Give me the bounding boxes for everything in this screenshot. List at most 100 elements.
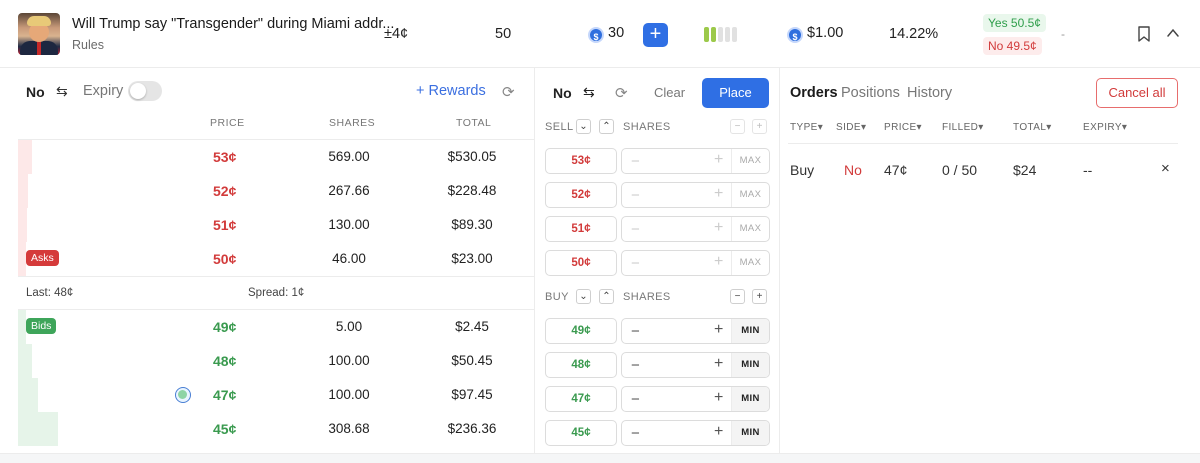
row-price: 51¢: [213, 217, 237, 233]
tab-history[interactable]: History: [907, 85, 952, 101]
min-button[interactable]: MIN: [731, 421, 769, 445]
table-row[interactable]: 51¢ 130.00 $89.30: [18, 208, 535, 242]
buy-shares-input[interactable]: − + MIN: [621, 386, 770, 412]
rewards-button[interactable]: + Rewards: [416, 83, 486, 99]
refresh-icon[interactable]: ⟳: [502, 83, 515, 101]
table-row[interactable]: 53¢ 569.00 $530.05: [18, 140, 535, 174]
clock-icon[interactable]: [175, 387, 191, 403]
asks-badge: Asks: [26, 250, 59, 266]
order-type: Buy: [790, 162, 815, 178]
plus-icon[interactable]: +: [714, 423, 723, 441]
minus-icon[interactable]: −: [631, 391, 640, 408]
liquidity-bar: [725, 27, 730, 42]
entry-panel: No ⇆ ⟳ Clear Place SELL ⌄ ⌃ SHARES − + 5…: [535, 68, 780, 453]
minus-icon[interactable]: −: [631, 357, 640, 374]
minus-icon[interactable]: −: [631, 323, 640, 340]
plus-icon[interactable]: +: [714, 151, 723, 169]
sell-price-input[interactable]: 52¢: [545, 182, 617, 208]
chevron-down-icon[interactable]: ⌄: [576, 119, 591, 134]
depth-bar: [18, 310, 26, 344]
sell-price-input[interactable]: 53¢: [545, 148, 617, 174]
min-button[interactable]: MIN: [731, 319, 769, 343]
expiry-toggle[interactable]: [128, 81, 162, 101]
max-button[interactable]: MAX: [731, 251, 769, 275]
sell-shares-input[interactable]: − + MAX: [621, 216, 770, 242]
bookmark-icon[interactable]: [1137, 26, 1151, 42]
column-header-total[interactable]: TOTAL▾: [1013, 122, 1052, 133]
buy-price-input[interactable]: 49¢: [545, 318, 617, 344]
place-button[interactable]: Place: [702, 78, 769, 108]
minus-icon[interactable]: −: [631, 425, 640, 442]
add-button[interactable]: +: [643, 23, 668, 47]
table-row[interactable]: 50¢ 46.00 $23.00 Asks: [18, 242, 535, 276]
buy-entry-row: 49¢ − + MIN: [545, 318, 770, 344]
close-icon[interactable]: ×: [1161, 160, 1170, 177]
buy-price-input[interactable]: 45¢: [545, 420, 617, 446]
plus-icon[interactable]: +: [714, 185, 723, 203]
buy-price-input[interactable]: 47¢: [545, 386, 617, 412]
plus-icon[interactable]: +: [714, 219, 723, 237]
no-price-badge[interactable]: No 49.5¢: [983, 37, 1042, 55]
rules-link[interactable]: Rules: [72, 38, 104, 52]
plus-icon[interactable]: +: [714, 389, 723, 407]
sell-shares-plus[interactable]: +: [752, 119, 767, 134]
column-header-side[interactable]: SIDE▾: [836, 122, 866, 133]
clear-button[interactable]: Clear: [654, 85, 685, 100]
cancel-all-button[interactable]: Cancel all: [1096, 78, 1178, 108]
buy-shares-plus[interactable]: +: [752, 289, 767, 304]
minus-icon[interactable]: −: [631, 153, 640, 170]
minus-icon[interactable]: −: [631, 255, 640, 272]
tab-positions[interactable]: Positions: [841, 85, 900, 101]
row-total: $236.36: [447, 421, 497, 436]
min-button[interactable]: MIN: [731, 353, 769, 377]
chevron-up-icon[interactable]: [1166, 26, 1180, 40]
max-button[interactable]: MAX: [731, 217, 769, 241]
sell-shares-input[interactable]: − + MAX: [621, 250, 770, 276]
buy-shares-minus[interactable]: −: [730, 289, 745, 304]
swap-icon[interactable]: ⇆: [56, 83, 68, 100]
max-button[interactable]: MAX: [731, 149, 769, 173]
row-shares: 130.00: [328, 217, 370, 232]
sell-price-input[interactable]: 51¢: [545, 216, 617, 242]
yes-price-badge[interactable]: Yes 50.5¢: [983, 14, 1046, 32]
market-price: $ $1.00: [787, 25, 843, 43]
sell-shares-input[interactable]: − + MAX: [621, 182, 770, 208]
minus-icon[interactable]: −: [631, 221, 640, 238]
column-header-type[interactable]: TYPE▾: [790, 122, 823, 133]
buy-shares-input[interactable]: − + MIN: [621, 420, 770, 446]
swap-icon[interactable]: ⇆: [583, 84, 595, 101]
column-header-filled[interactable]: FILLED▾: [942, 122, 984, 133]
buy-entry-row: 47¢ − + MIN: [545, 386, 770, 412]
plus-icon[interactable]: +: [714, 253, 723, 271]
table-row[interactable]: 47¢ 100.00 $97.45: [18, 378, 535, 412]
sell-price-input[interactable]: 50¢: [545, 250, 617, 276]
tab-orders[interactable]: Orders: [790, 85, 838, 101]
depth-bar: [18, 242, 26, 276]
row-total: $530.05: [447, 149, 497, 164]
plus-icon[interactable]: +: [714, 355, 723, 373]
market-title[interactable]: Will Trump say "Transgender" during Miam…: [72, 16, 394, 32]
column-header-price[interactable]: PRICE▾: [884, 122, 922, 133]
min-button[interactable]: MIN: [731, 387, 769, 411]
buy-price-input[interactable]: 48¢: [545, 352, 617, 378]
minus-icon[interactable]: −: [631, 187, 640, 204]
plus-icon[interactable]: +: [714, 321, 723, 339]
buy-shares-input[interactable]: − + MIN: [621, 352, 770, 378]
refresh-icon[interactable]: ⟳: [615, 84, 628, 102]
coin-count: 30: [608, 25, 625, 41]
buy-shares-input[interactable]: − + MIN: [621, 318, 770, 344]
table-row[interactable]: 48¢ 100.00 $50.45: [18, 344, 535, 378]
table-row[interactable]: 49¢ 5.00 $2.45 Bids: [18, 310, 535, 344]
entry-side-label: No: [553, 85, 572, 101]
sell-shares-input[interactable]: − + MAX: [621, 148, 770, 174]
buy-entry-row: 45¢ − + MIN: [545, 420, 770, 446]
max-button[interactable]: MAX: [731, 183, 769, 207]
sell-shares-minus[interactable]: −: [730, 119, 745, 134]
chevron-down-icon[interactable]: ⌄: [576, 289, 591, 304]
order-filled: 0 / 50: [942, 162, 978, 178]
table-row[interactable]: 45¢ 308.68 $236.36: [18, 412, 535, 446]
chevron-up-icon[interactable]: ⌃: [599, 119, 614, 134]
chevron-up-icon[interactable]: ⌃: [599, 289, 614, 304]
table-row[interactable]: 52¢ 267.66 $228.48: [18, 174, 535, 208]
column-header-expiry[interactable]: EXPIRY▾: [1083, 122, 1127, 133]
